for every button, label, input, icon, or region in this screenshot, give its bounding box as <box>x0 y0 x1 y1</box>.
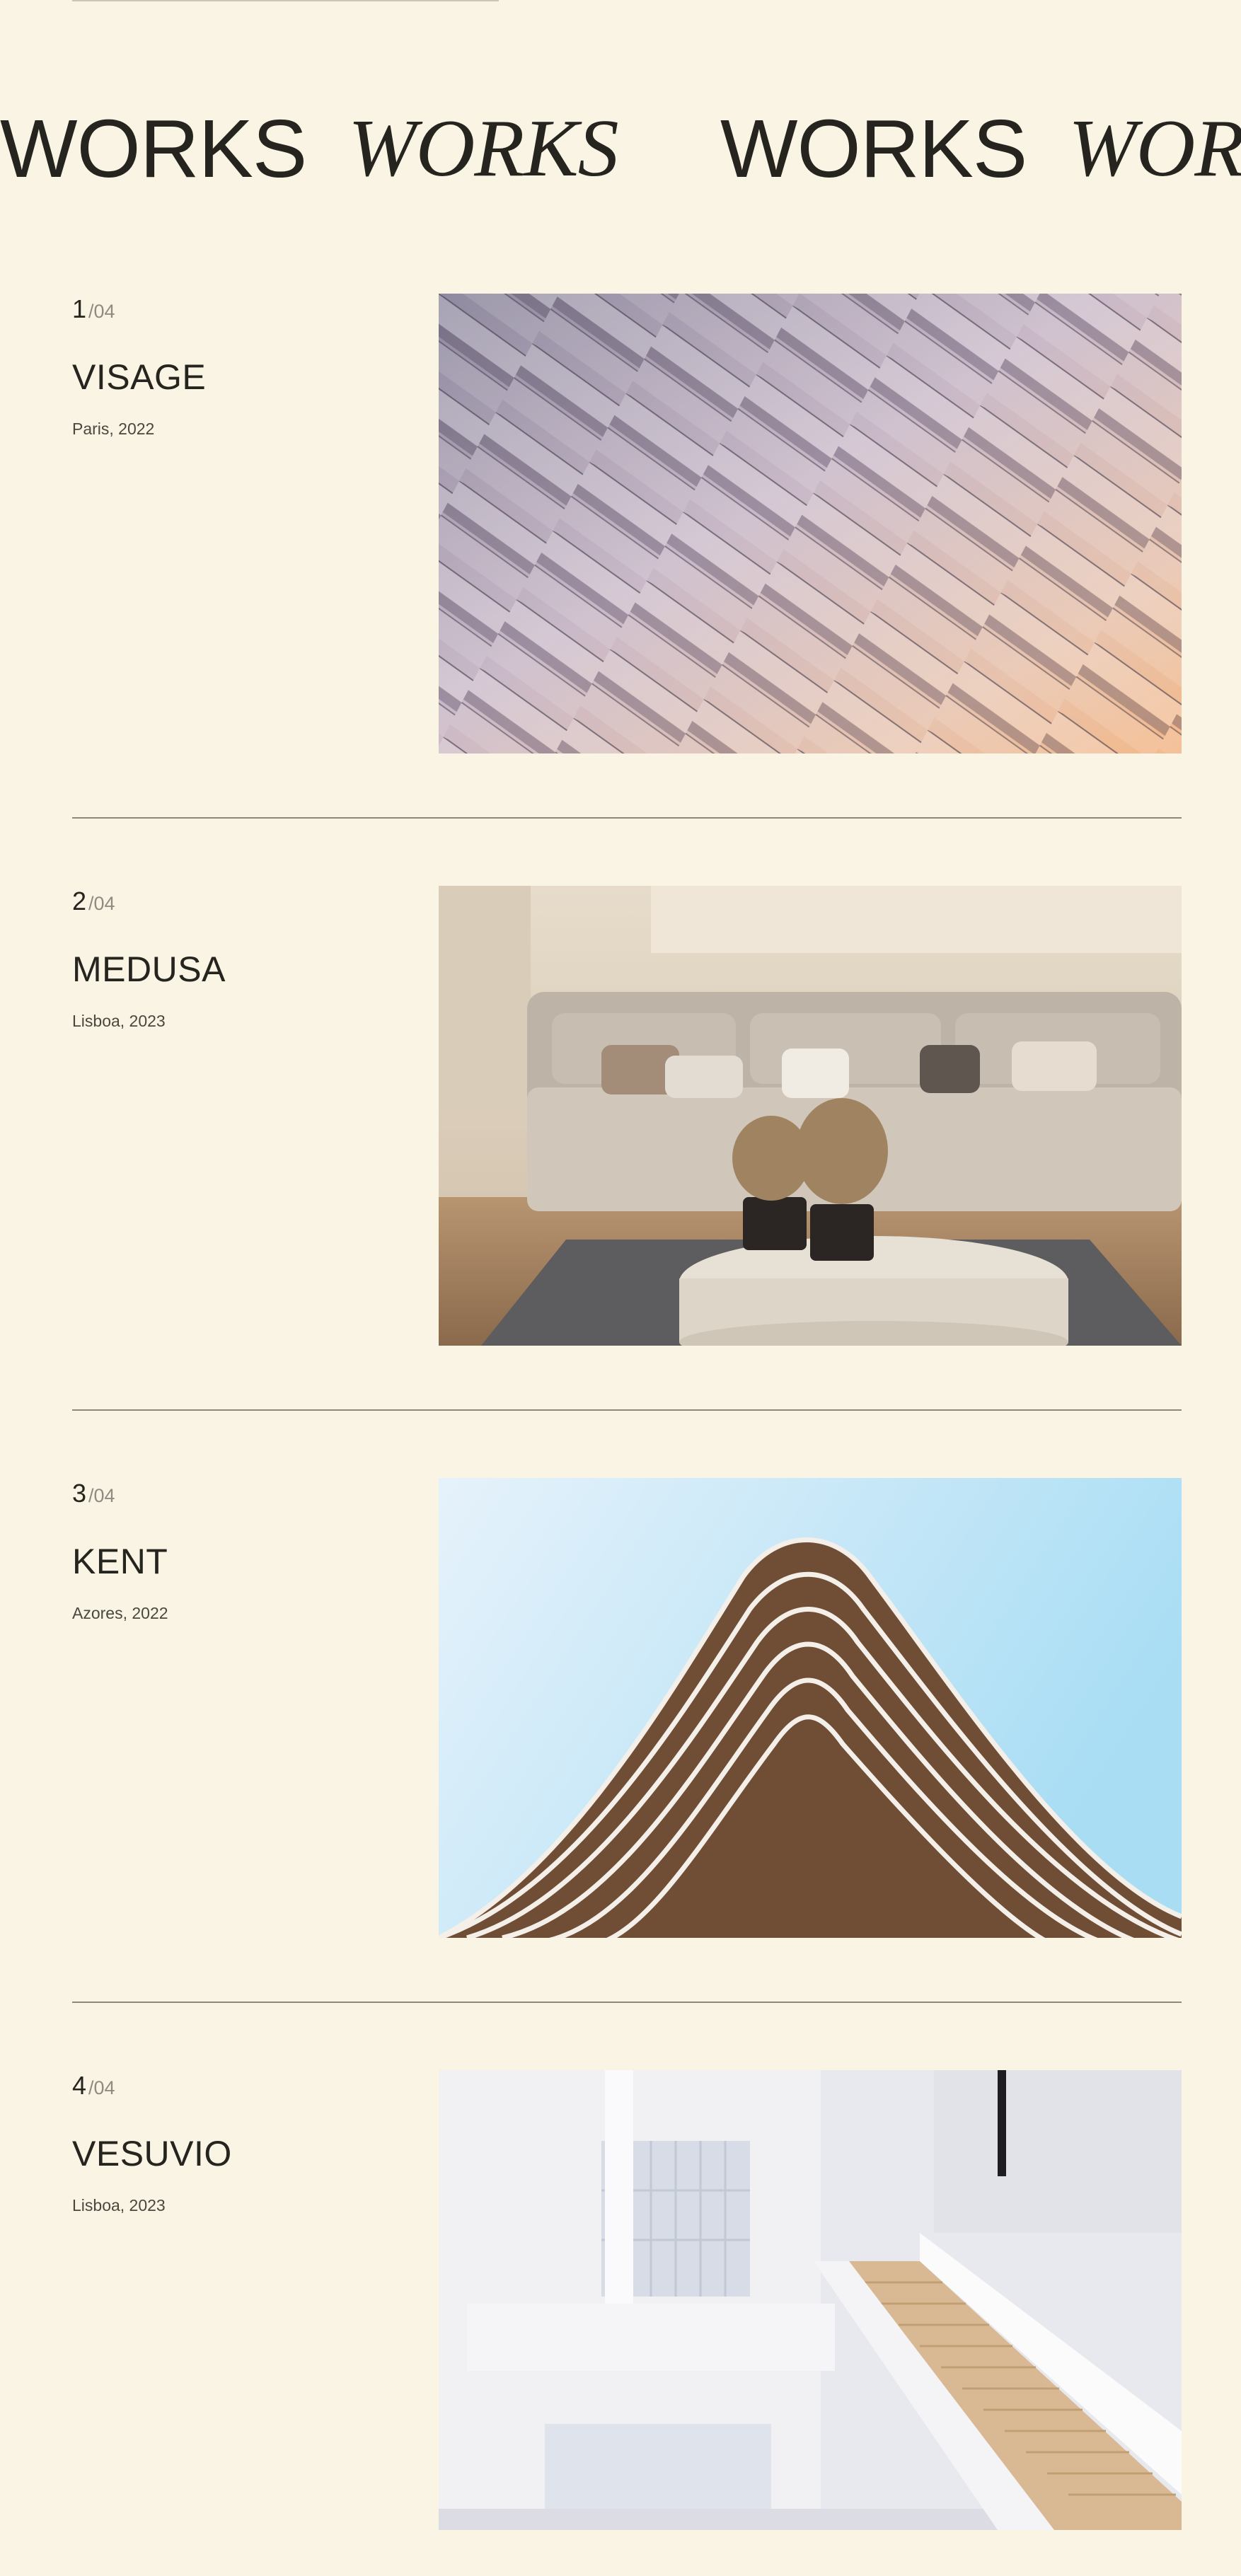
project-image-kent[interactable] <box>439 1478 1182 1938</box>
project-item[interactable]: 1/04 VISAGE Paris, 2022 <box>0 294 1241 753</box>
project-item[interactable]: 2/04 MEDUSA Lisboa, 2023 <box>0 886 1241 1346</box>
marquee-word-3: WORKS <box>720 103 1027 195</box>
project-item[interactable]: 4/04 VESUVIO Lisboa, 2023 <box>0 2070 1241 2530</box>
project-image-medusa[interactable] <box>439 886 1182 1346</box>
project-image-vesuvio[interactable] <box>439 2070 1182 2530</box>
marquee-word-2: WORKS <box>348 103 619 194</box>
project-index: 3/04 <box>72 1478 115 1515</box>
project-location-year: Paris, 2022 <box>72 420 155 438</box>
project-number: 2 <box>72 886 87 916</box>
project-total: /04 <box>88 893 115 914</box>
section-divider <box>72 817 1182 819</box>
section-divider <box>72 1409 1182 1411</box>
white-staircase-interior-photo <box>439 2070 1182 2530</box>
project-total: /04 <box>88 1485 115 1506</box>
project-location-year: Lisboa, 2023 <box>72 1012 166 1030</box>
project-total: /04 <box>88 301 115 322</box>
project-number: 1 <box>72 294 87 323</box>
marquee-word-4: WORKS <box>1068 103 1241 194</box>
project-index: 4/04 <box>72 2070 115 2107</box>
works-marquee: WORKS WORKS WORKS WORKS <box>0 99 1241 198</box>
project-location-year: Lisboa, 2023 <box>72 2196 166 2214</box>
project-number: 3 <box>72 1479 87 1508</box>
project-title[interactable]: VESUVIO <box>72 2132 232 2175</box>
project-image-visage[interactable] <box>439 294 1182 753</box>
living-room-interior-photo <box>439 886 1182 1346</box>
project-title[interactable]: MEDUSA <box>72 948 226 990</box>
project-index: 2/04 <box>72 886 115 923</box>
project-title[interactable]: VISAGE <box>72 356 206 398</box>
project-location-year: Azores, 2022 <box>72 1604 168 1622</box>
curved-building-sky-photo <box>439 1478 1182 1938</box>
project-number: 4 <box>72 2071 87 2100</box>
project-index: 1/04 <box>72 294 115 330</box>
project-title[interactable]: KENT <box>72 1540 168 1583</box>
works-page: WORKS WORKS WORKS WORKS 1/04 VISAGE Pari… <box>0 0 1241 2576</box>
marquee-word-1: WORKS <box>0 103 307 195</box>
project-item[interactable]: 3/04 KENT Azores, 2022 <box>0 1478 1241 1938</box>
section-divider <box>72 2002 1182 2003</box>
top-rule <box>72 0 499 1</box>
angular-metal-facade-photo <box>439 294 1182 753</box>
project-total: /04 <box>88 2077 115 2098</box>
